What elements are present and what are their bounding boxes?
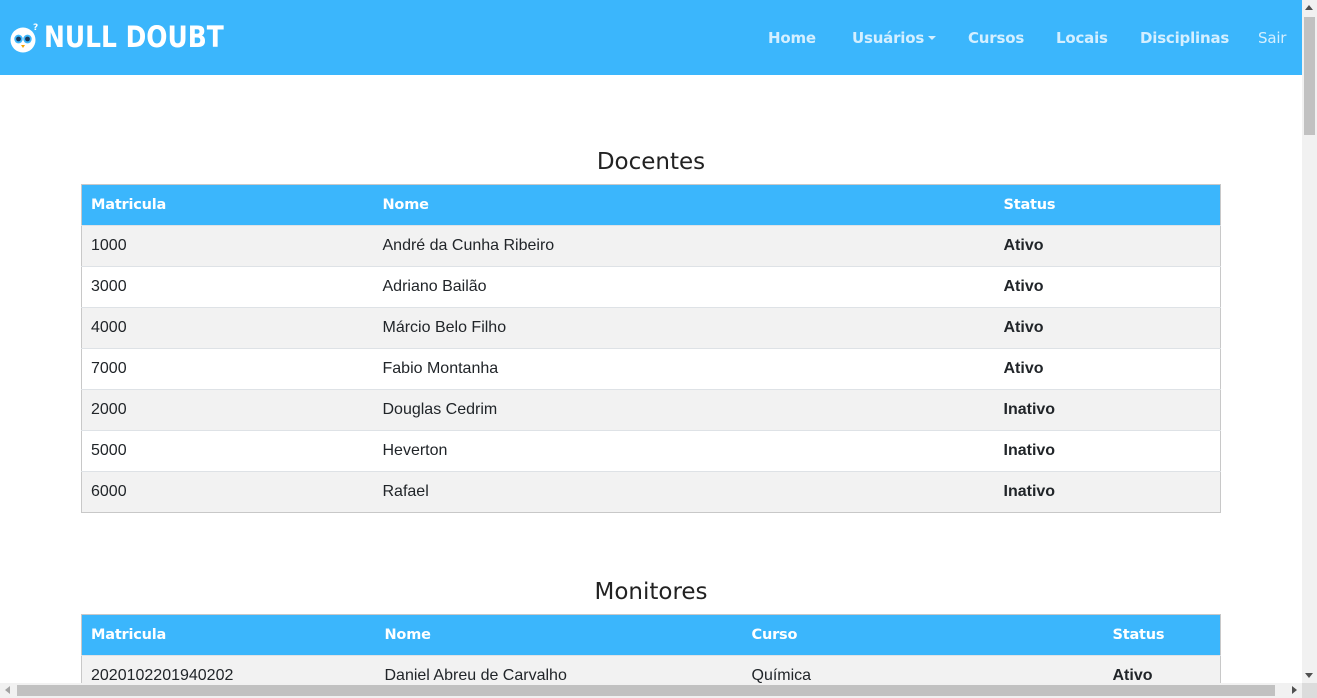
table-header-row: Matricula Nome Status — [81, 184, 1221, 226]
monitores-title: Monitores — [594, 579, 708, 605]
status-badge: Ativo — [994, 307, 1221, 349]
brand-name: NULL DOUBT — [44, 20, 224, 54]
cell-nome: Fabio Montanha — [373, 348, 995, 390]
cell-matricula: 1000 — [81, 225, 374, 267]
docentes-title: Docentes — [596, 149, 706, 175]
column-header-status: Status — [1103, 614, 1221, 656]
status-badge: Inativo — [994, 471, 1221, 513]
cell-matricula: 6000 — [81, 471, 374, 513]
status-badge: Inativo — [994, 430, 1221, 472]
table-row: 7000 Fabio Montanha Ativo — [81, 348, 1221, 390]
nav-home[interactable]: Home — [768, 29, 816, 47]
cell-nome: Márcio Belo Filho — [373, 307, 995, 349]
nav-disciplinas[interactable]: Disciplinas — [1140, 29, 1229, 47]
column-header-status: Status — [994, 184, 1221, 226]
scroll-right-arrow-icon[interactable] — [1292, 686, 1297, 694]
docentes-table: Matricula Nome Status 1000 André da Cunha… — [81, 184, 1221, 513]
nav-locais[interactable]: Locais — [1056, 29, 1108, 47]
scrollbar-corner — [1302, 683, 1317, 698]
cell-matricula: 5000 — [81, 430, 374, 472]
horizontal-scroll-thumb[interactable] — [17, 685, 1275, 696]
status-badge: Ativo — [994, 348, 1221, 390]
penguin-logo-icon: ? — [9, 22, 41, 54]
column-header-nome: Nome — [375, 614, 743, 656]
cell-nome: Rafael — [373, 471, 995, 513]
table-row: 2000 Douglas Cedrim Inativo — [81, 389, 1221, 431]
scroll-down-arrow-icon[interactable] — [1305, 673, 1313, 678]
column-header-curso: Curso — [742, 614, 1104, 656]
status-badge: Ativo — [994, 266, 1221, 308]
nav-sair[interactable]: Sair — [1258, 29, 1286, 47]
scroll-left-arrow-icon[interactable] — [5, 686, 10, 694]
cell-nome: Adriano Bailão — [373, 266, 995, 308]
caret-down-icon — [928, 36, 937, 40]
brand-logo-link[interactable]: ? NULL DOUBT — [9, 18, 253, 58]
cell-nome: André da Cunha Ribeiro — [373, 225, 995, 267]
horizontal-scrollbar[interactable] — [0, 683, 1302, 698]
cell-nome: Douglas Cedrim — [373, 389, 995, 431]
scroll-up-arrow-icon[interactable] — [1305, 5, 1313, 10]
nav-usuarios-label: Usuários — [852, 29, 925, 47]
vertical-scroll-thumb[interactable] — [1304, 17, 1315, 135]
nav-usuarios-dropdown[interactable]: Usuários — [852, 29, 937, 47]
svg-text:?: ? — [33, 23, 38, 33]
cell-matricula: 2000 — [81, 389, 374, 431]
cell-matricula: 7000 — [81, 348, 374, 390]
nav-cursos[interactable]: Cursos — [968, 29, 1024, 47]
column-header-nome: Nome — [373, 184, 995, 226]
column-header-matricula: Matricula — [81, 614, 376, 656]
top-navbar: ? NULL DOUBT Home Usuários Cursos Locais… — [0, 0, 1302, 75]
table-row: 3000 Adriano Bailão Ativo — [81, 266, 1221, 308]
column-header-matricula: Matricula — [81, 184, 374, 226]
table-header-row: Matricula Nome Curso Status — [81, 614, 1221, 656]
cell-nome: Heverton — [373, 430, 995, 472]
table-row: 6000 Rafael Inativo — [81, 471, 1221, 513]
cell-matricula: 4000 — [81, 307, 374, 349]
vertical-scrollbar[interactable] — [1302, 0, 1317, 683]
status-badge: Ativo — [994, 225, 1221, 267]
cell-matricula: 3000 — [81, 266, 374, 308]
main-nav: Home Usuários Cursos Locais Disciplinas … — [702, 0, 1302, 75]
table-row: 1000 André da Cunha Ribeiro Ativo — [81, 225, 1221, 267]
table-row: 5000 Heverton Inativo — [81, 430, 1221, 472]
status-badge: Inativo — [994, 389, 1221, 431]
table-row: 4000 Márcio Belo Filho Ativo — [81, 307, 1221, 349]
